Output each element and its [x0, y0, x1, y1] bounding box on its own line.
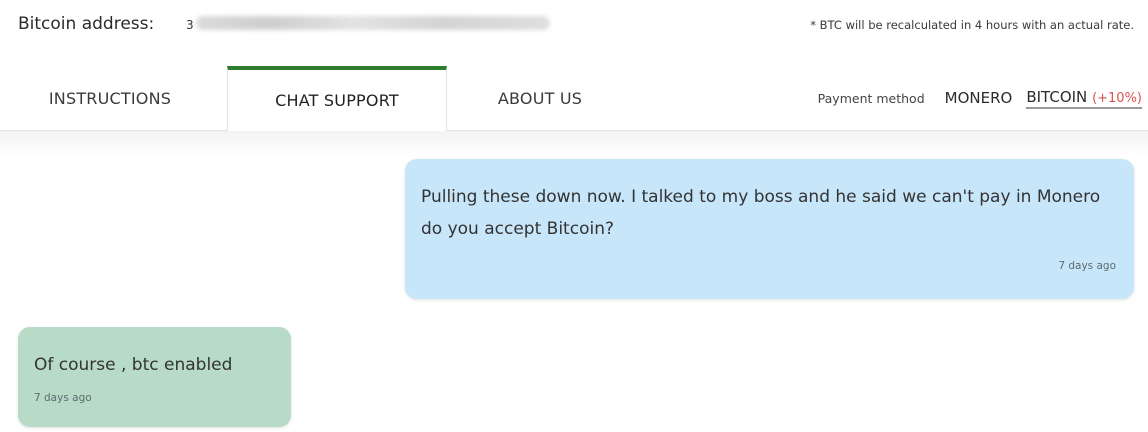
tab-chat-support[interactable]: CHAT SUPPORT — [227, 66, 447, 131]
message-timestamp: 7 days ago — [1058, 260, 1116, 272]
tab-about-us[interactable]: ABOUT US — [430, 66, 650, 130]
payment-option-bitcoin[interactable]: BITCOIN (+10%) — [1026, 88, 1142, 109]
bitcoin-address-label: Bitcoin address: — [18, 14, 155, 34]
outgoing-message: Pulling these down now. I talked to my b… — [405, 159, 1134, 299]
payment-option-bitcoin-label: BITCOIN — [1026, 87, 1088, 106]
payment-option-monero[interactable]: MONERO — [945, 89, 1013, 107]
tab-instructions[interactable]: INSTRUCTIONS — [0, 66, 220, 130]
bitcoin-address-value[interactable]: 3 — [186, 18, 194, 32]
message-text: Of course , btc enabled — [34, 355, 233, 375]
payment-method-selector: Payment method MONERO BITCOIN (+10%) — [818, 66, 1142, 130]
message-text: Pulling these down now. I talked to my b… — [421, 187, 1101, 239]
incoming-message: Of course , btc enabled 7 days ago — [18, 327, 291, 427]
payment-method-label: Payment method — [817, 90, 925, 106]
chat-messages-area[interactable]: Pulling these down now. I talked to my b… — [0, 131, 1148, 432]
redacted-address-blur — [196, 16, 550, 30]
chat-top-shadow — [0, 131, 1148, 157]
rate-recalculation-note: * BTC will be recalculated in 4 hours wi… — [810, 18, 1134, 32]
tab-bar: INSTRUCTIONS CHAT SUPPORT ABOUT US Payme… — [0, 66, 1148, 131]
bitcoin-bonus-badge: (+10%) — [1092, 90, 1142, 106]
address-bar: Bitcoin address: 3 * BTC will be recalcu… — [0, 0, 1148, 56]
message-timestamp: 7 days ago — [34, 392, 92, 404]
